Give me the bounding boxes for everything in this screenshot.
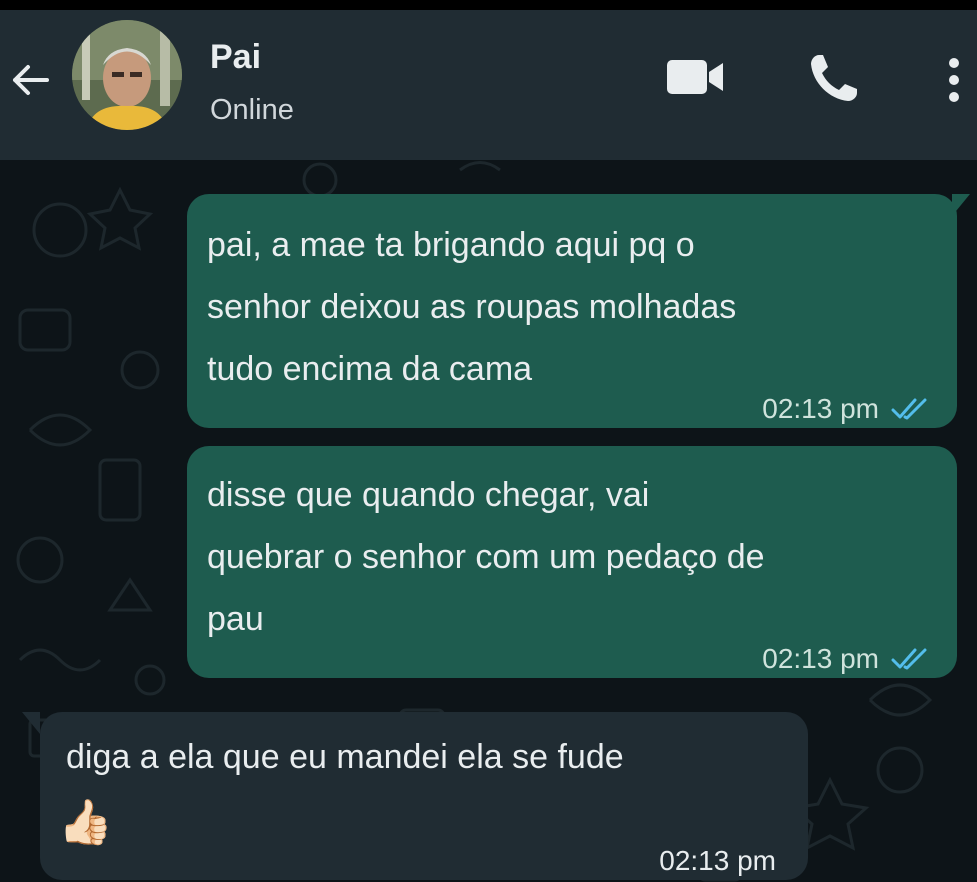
message-text: disse que quando chegar, vai quebrar o s… — [207, 476, 765, 638]
contact-status: Online — [210, 94, 294, 126]
contact-name[interactable]: Pai — [210, 38, 261, 77]
chat-header: Pai Online — [0, 10, 977, 160]
back-button[interactable] — [6, 58, 54, 102]
message-meta: 02:13 pm — [659, 830, 776, 882]
message-time: 02:13 pm — [762, 643, 879, 674]
bubble-tail — [952, 194, 970, 216]
phone-icon — [811, 55, 857, 101]
double-check-icon — [891, 647, 931, 671]
chat-screen: Pai Online pai, a mae ta brigando aqui p… — [0, 0, 977, 882]
message-time: 02:13 pm — [659, 845, 776, 876]
video-call-button[interactable] — [662, 52, 730, 102]
avatar-photo — [72, 20, 182, 130]
thumbs-up-emoji: 👍🏻 — [58, 798, 113, 847]
message-meta: 02:13 pm — [762, 628, 931, 690]
message-bubble-incoming[interactable]: diga a ela que eu mandei ela se fude 👍🏻 … — [40, 712, 808, 880]
message-bubble-outgoing[interactable]: pai, a mae ta brigando aqui pq o senhor … — [187, 194, 957, 428]
message-text: diga a ela que eu mandei ela se fude — [66, 738, 624, 776]
arrow-left-icon — [13, 65, 49, 95]
video-camera-icon — [667, 60, 723, 94]
voice-call-button[interactable] — [800, 46, 866, 112]
message-bubble-outgoing[interactable]: disse que quando chegar, vai quebrar o s… — [187, 446, 957, 678]
bubble-tail — [22, 712, 40, 734]
message-text: pai, a mae ta brigando aqui pq o senhor … — [207, 226, 737, 388]
double-check-icon — [891, 397, 931, 421]
contact-avatar[interactable] — [72, 20, 182, 130]
more-options-button[interactable] — [936, 50, 972, 110]
status-strip — [0, 0, 977, 10]
more-vertical-icon — [949, 58, 959, 102]
message-list[interactable]: pai, a mae ta brigando aqui pq o senhor … — [0, 160, 977, 882]
message-meta: 02:13 pm — [762, 378, 931, 440]
message-time: 02:13 pm — [762, 393, 879, 424]
